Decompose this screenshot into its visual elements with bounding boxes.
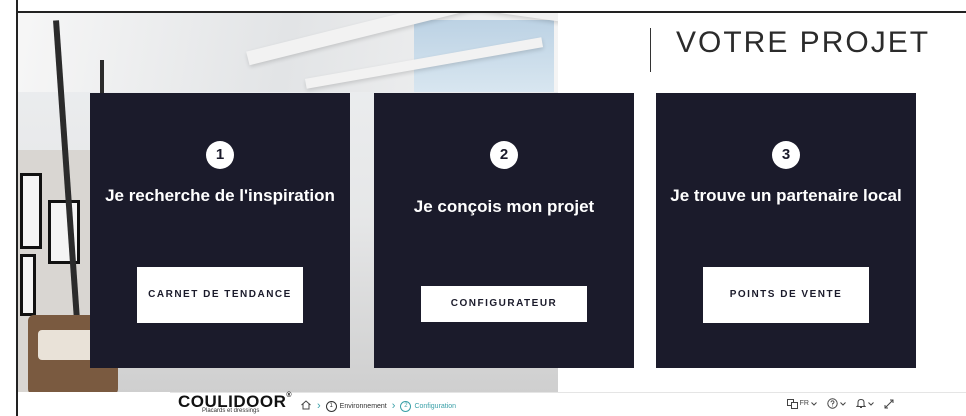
- notifications-menu[interactable]: [856, 398, 874, 409]
- chevron-right-icon: ›: [391, 400, 396, 412]
- photo-frame: [20, 173, 42, 249]
- brand-tagline: Placards et dressings: [202, 408, 260, 414]
- photo-frame: [20, 254, 36, 316]
- breadcrumb-step-label: Environnement: [339, 402, 387, 410]
- language-selector[interactable]: FR: [786, 398, 817, 409]
- expand-icon: [884, 399, 894, 409]
- breadcrumb-step-configuration[interactable]: 2 Configuration: [400, 400, 457, 412]
- bottom-toolbar: COULIDOOR® Placards et dressings › 1 Env…: [170, 392, 966, 416]
- frame-edge-top: [18, 0, 966, 13]
- brand-logo[interactable]: COULIDOOR® Placards et dressings: [178, 392, 294, 416]
- chevron-down-icon: [811, 401, 817, 406]
- breadcrumb-step-number: 1: [325, 400, 337, 412]
- breadcrumb-step-label: Configuration: [414, 402, 457, 410]
- page-title: VOTRE PROJET: [676, 26, 931, 59]
- step-number-badge: 3: [772, 141, 800, 169]
- brand-registered-mark: ®: [286, 392, 293, 399]
- page: VOTRE PROJET 1 Je recherche de l'inspira…: [0, 0, 966, 416]
- configurateur-button[interactable]: CONFIGURATEUR: [421, 286, 587, 322]
- carnet-de-tendance-button[interactable]: CARNET DE TENDANCE: [137, 267, 303, 323]
- frame-edge-left: [0, 0, 18, 416]
- card-inspiration: 1 Je recherche de l'inspiration CARNET D…: [90, 93, 350, 368]
- title-divider: [650, 28, 651, 72]
- bell-icon: [856, 398, 866, 409]
- step-number-badge: 2: [490, 141, 518, 169]
- breadcrumb-step-number: 2: [400, 400, 412, 412]
- breadcrumb-step-environnement[interactable]: 1 Environnement: [325, 400, 387, 412]
- language-label: FR: [799, 400, 809, 407]
- toolbar-actions: FR: [786, 398, 894, 409]
- home-icon[interactable]: [300, 399, 312, 413]
- chevron-right-icon: ›: [317, 400, 321, 412]
- help-menu[interactable]: [827, 398, 846, 409]
- help-icon: [827, 398, 838, 409]
- chevron-down-icon: [868, 401, 874, 406]
- points-de-vente-button[interactable]: POINTS DE VENTE: [703, 267, 869, 323]
- card-title: Je conçois mon projet: [413, 197, 595, 216]
- card-conception: 2 Je conçois mon projet CONFIGURATEUR: [374, 93, 634, 368]
- card-partenaire: 3 Je trouve un partenaire local POINTS D…: [656, 93, 916, 368]
- card-title: Je recherche de l'inspiration: [105, 186, 335, 205]
- step-number-badge: 1: [206, 141, 234, 169]
- breadcrumb: › 1 Environnement › 2 Configuration: [300, 399, 456, 413]
- card-title: Je trouve un partenaire local: [670, 186, 902, 205]
- translate-icon: [786, 398, 798, 409]
- expand-button[interactable]: [884, 399, 894, 409]
- chevron-down-icon: [840, 401, 846, 406]
